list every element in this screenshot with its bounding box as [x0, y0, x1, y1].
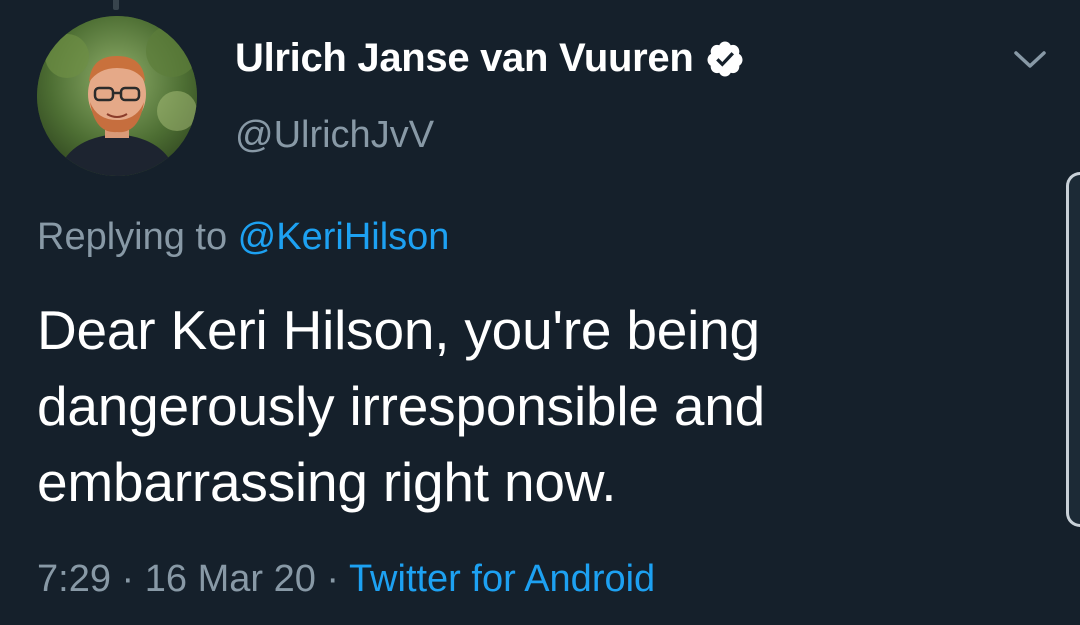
- replying-to-label: Replying to: [37, 216, 238, 258]
- tweet-text-line: embarrassing right now.: [37, 451, 617, 513]
- tweet-date[interactable]: 16 Mar 20: [145, 558, 316, 600]
- tweet-text-line: dangerously irresponsible and: [37, 375, 765, 437]
- replying-to-line: Replying to @KeriHilson: [37, 216, 449, 259]
- thread-connector-line: [113, 0, 119, 10]
- scrollbar[interactable]: [1066, 172, 1080, 527]
- tweet-text-line: Dear Keri Hilson, you're being: [37, 299, 760, 361]
- reply-mention-link[interactable]: @KeriHilson: [238, 216, 450, 258]
- tweet-body: Dear Keri Hilson, you're being dangerous…: [37, 292, 1047, 520]
- author-display-name[interactable]: Ulrich Janse van Vuuren: [235, 36, 694, 81]
- meta-separator: ·: [110, 558, 145, 600]
- avatar-image: [37, 16, 197, 176]
- tweet-source-link[interactable]: Twitter for Android: [349, 558, 655, 600]
- author-name-row[interactable]: Ulrich Janse van Vuuren: [235, 36, 745, 81]
- verified-badge-icon: [705, 39, 745, 79]
- avatar[interactable]: [37, 16, 197, 176]
- tweet-detail-view: Ulrich Janse van Vuuren @UlrichJvV Reply…: [0, 0, 1080, 625]
- tweet-metadata: 7:29 · 16 Mar 20 · Twitter for Android: [37, 558, 655, 601]
- author-handle[interactable]: @UlrichJvV: [235, 114, 434, 157]
- chevron-down-icon[interactable]: [1010, 44, 1050, 74]
- meta-separator: ·: [315, 558, 349, 600]
- tweet-time[interactable]: 7:29: [37, 558, 111, 600]
